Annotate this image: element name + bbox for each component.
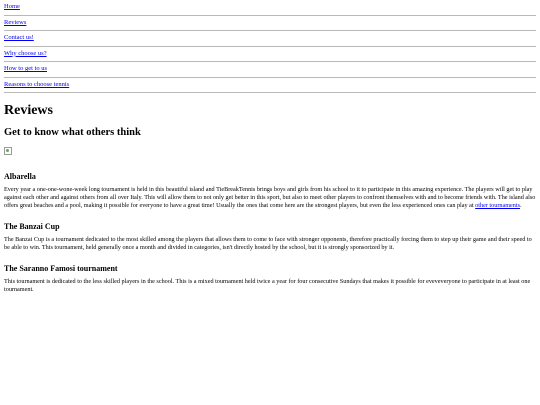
nav-link-home[interactable]: Home (4, 3, 20, 10)
nav-link-reasons-tennis[interactable]: Reasons to choose tennis (4, 81, 69, 88)
page-title: Reviews (4, 103, 53, 118)
other-tournaments-link[interactable]: other tournaments (475, 202, 520, 209)
nav-link-why-choose-us[interactable]: Why choose us? (4, 50, 47, 57)
nav-link-how-to-get[interactable]: How to get to us (4, 65, 47, 72)
section-text-albarella: Every year a one-one-wone-week long tour… (4, 186, 536, 210)
section-text-albarella-tail: . (520, 202, 522, 209)
section-heading-banzai-cup: The Banzai Cup (4, 222, 60, 231)
nav-item-home: Home (4, 0, 536, 16)
nav-link-reviews[interactable]: Reviews (4, 19, 26, 26)
nav-item-reviews: Reviews (4, 16, 536, 31)
nav-item-why-choose-us: Why choose us? (4, 47, 536, 62)
nav-item-how-to-get: How to get to us (4, 62, 536, 78)
nav-item-contact: Contact us! (4, 31, 536, 47)
nav-item-reasons-tennis: Reasons to choose tennis (4, 78, 536, 93)
main-content: Reviews Get to know what others think Al… (0, 102, 540, 294)
section-text-albarella-body: Every year a one-one-wone-week long tour… (4, 186, 536, 209)
section-text-banzai-cup: The Banzai Cup is a tournament dedicated… (4, 236, 532, 251)
section-heading-saranno-famosi: The Saranno Famosi tournament (4, 264, 118, 273)
section-heading-albarella: Albarella (4, 172, 36, 181)
section-text-saranno-famosi: This tournament is dedicated to the less… (4, 278, 531, 293)
nav-link-contact[interactable]: Contact us! (4, 34, 34, 41)
broken-image-icon (4, 147, 12, 155)
top-navigation: Home Reviews Contact us! Why choose us? … (0, 0, 540, 93)
page-subtitle: Get to know what others think (4, 127, 141, 138)
